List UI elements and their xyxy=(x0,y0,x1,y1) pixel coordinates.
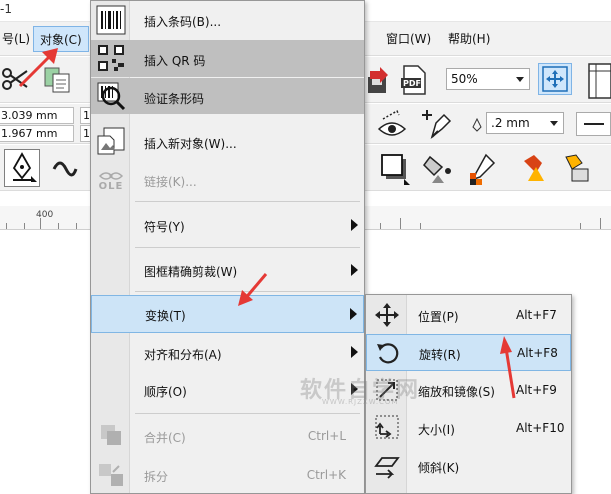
submenu-item-label: 大小(I) xyxy=(418,423,455,437)
submenu-item-label: 位置(P) xyxy=(418,310,459,324)
eye-icon[interactable] xyxy=(374,106,410,142)
ruler-tick xyxy=(420,223,421,229)
svg-text:PDF: PDF xyxy=(403,79,421,88)
menu-help[interactable]: 帮助(H) xyxy=(442,26,496,52)
barcode-icon xyxy=(95,4,127,36)
menu-item-label: 图框精确剪裁(W) xyxy=(144,265,238,279)
zoom-value: 50% xyxy=(451,72,478,86)
outline-width-combo[interactable]: .2 mm xyxy=(486,112,564,134)
menu-item-label: 变换(T) xyxy=(145,309,186,323)
x-coord-field[interactable]: 3.039 mm xyxy=(0,107,74,124)
chevron-down-icon xyxy=(550,121,558,126)
pdf-icon[interactable]: PDF xyxy=(398,63,430,97)
pen-tool-icon[interactable] xyxy=(4,149,40,187)
qr-code-icon xyxy=(95,42,127,74)
ruler-tick xyxy=(380,223,381,229)
menu-item-label: 验证条形码 xyxy=(144,92,205,106)
submenu-item-position[interactable]: 位置(P) Alt+F7 xyxy=(366,297,571,334)
menu-item-transform[interactable]: 变换(T) xyxy=(91,295,364,333)
menu-window[interactable]: 窗口(W) xyxy=(380,26,437,52)
menu-item-label: 插入新对象(W)... xyxy=(144,137,237,151)
menu-item-combine[interactable]: 合并(C) Ctrl+L xyxy=(91,417,364,455)
size-icon xyxy=(372,414,402,442)
shadow-tool-icon[interactable] xyxy=(376,149,412,187)
move-icon xyxy=(372,301,402,329)
submenu-arrow-icon xyxy=(351,264,358,276)
annotation-arrow-icon xyxy=(500,336,516,399)
fill-tool-icon[interactable] xyxy=(418,149,458,187)
interactive-fill-icon[interactable] xyxy=(512,149,552,187)
ruler-tick xyxy=(580,223,581,229)
window-title: -1 xyxy=(0,2,12,16)
annotation-arrow-icon xyxy=(18,48,58,88)
zoom-combo[interactable]: 50% xyxy=(446,68,530,90)
submenu-item-label: 旋转(R) xyxy=(419,348,461,362)
menu-item-label: 插入条码(B)... xyxy=(144,15,222,29)
combine-icon xyxy=(95,421,127,451)
ruler-tick xyxy=(40,218,41,229)
menu-item-shortcut: Ctrl+K xyxy=(306,468,346,482)
submenu-item-shortcut: Alt+F7 xyxy=(516,308,557,322)
menu-item-symbol[interactable]: 符号(Y) xyxy=(91,206,364,244)
submenu-item-shortcut: Alt+F10 xyxy=(516,421,565,435)
menu-separator xyxy=(135,201,360,202)
menu-item-label: 顺序(O) xyxy=(144,385,187,399)
pen-plus-icon[interactable] xyxy=(416,106,456,142)
menu-item-insert-qr[interactable]: 插入 QR 码 xyxy=(91,40,364,77)
submenu-item-rotate[interactable]: 旋转(R) Alt+F8 xyxy=(366,334,571,371)
submenu-item-label: 倾斜(K) xyxy=(418,461,460,475)
ruler-tick xyxy=(24,223,25,229)
submenu-arrow-icon xyxy=(350,308,357,320)
rotate-icon xyxy=(373,339,403,367)
line-style-combo[interactable] xyxy=(576,112,611,136)
menu-item-insert-object[interactable]: 插入新对象(W)... xyxy=(91,121,364,161)
menu-item-label: 对齐和分布(A) xyxy=(144,348,222,362)
export-icon[interactable] xyxy=(366,65,390,95)
menu-item-powerclip[interactable]: 图框精确剪裁(W) xyxy=(91,251,364,289)
menu-item-label: 拆分 xyxy=(144,470,169,484)
eyedropper-tool-icon[interactable] xyxy=(464,149,504,187)
menu-separator xyxy=(135,247,360,248)
menu-item-insert-barcode[interactable]: 插入条码(B)... xyxy=(91,1,364,39)
ole-label: OLE xyxy=(98,180,124,192)
menu-separator xyxy=(135,413,360,414)
submenu-item-label: 缩放和镜像(S) xyxy=(418,385,495,399)
verify-barcode-icon xyxy=(95,80,127,112)
break-apart-icon xyxy=(95,460,127,490)
submenu-item-skew[interactable]: 倾斜(K) xyxy=(366,448,571,485)
move-arrows-icon xyxy=(542,66,568,92)
menu-item-verify-barcode[interactable]: 验证条形码 xyxy=(91,78,364,114)
annotation-arrow-icon xyxy=(238,273,268,306)
submenu-arrow-icon xyxy=(351,219,358,231)
smart-fill-icon[interactable] xyxy=(556,149,596,187)
y-coord-field[interactable]: 1.967 mm xyxy=(0,125,74,142)
ruler-label: 400 xyxy=(36,210,54,220)
object-menu: 插入条码(B)... 插入 QR 码 验证条形码 插入新对象(W)... OLE… xyxy=(90,0,365,494)
chevron-down-icon xyxy=(516,77,524,82)
ruler-tick xyxy=(58,223,59,229)
submenu-arrow-icon xyxy=(351,346,358,358)
menu-item-shortcut: Ctrl+L xyxy=(307,429,346,443)
insert-object-icon xyxy=(95,125,127,157)
menu-item-label: 合并(C) xyxy=(144,431,186,445)
outline-width-value: .2 mm xyxy=(491,116,530,130)
menu-item-break-apart[interactable]: 拆分 Ctrl+K xyxy=(91,456,364,494)
menu-item-label: 符号(Y) xyxy=(144,220,185,234)
watermark-url: WWW.RJZXW.COM xyxy=(322,398,399,406)
menu-item-label: 插入 QR 码 xyxy=(144,54,206,68)
ruler-icon[interactable] xyxy=(586,61,611,99)
ruler-tick xyxy=(76,223,77,229)
ruler-tick xyxy=(6,223,7,229)
skew-icon xyxy=(372,452,402,480)
menu-item-align-distribute[interactable]: 对齐和分布(A) xyxy=(91,334,364,371)
full-screen-button[interactable] xyxy=(538,63,572,95)
curve-tool-icon[interactable] xyxy=(50,153,80,183)
menu-item-label: 链接(K)... xyxy=(144,175,197,189)
outline-pen-icon xyxy=(470,118,484,132)
submenu-item-size[interactable]: 大小(I) Alt+F10 xyxy=(366,410,571,447)
ruler-tick xyxy=(600,218,601,229)
ruler-tick xyxy=(400,218,401,229)
menu-item-links[interactable]: OLE 链接(K)... xyxy=(91,161,364,199)
ole-icon: OLE xyxy=(95,165,127,197)
